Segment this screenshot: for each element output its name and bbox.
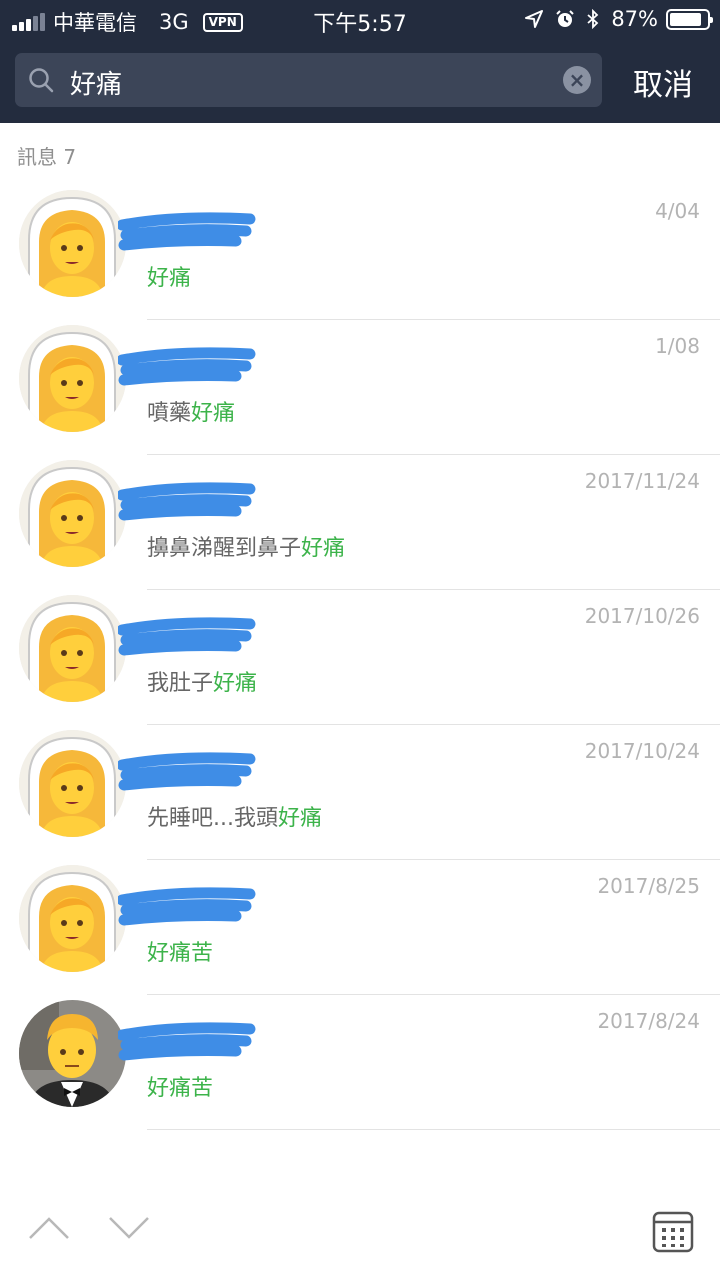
chevron-up-icon[interactable] (28, 1215, 70, 1245)
preview-text-tail: 苦 (191, 941, 214, 966)
avatar-bride (19, 595, 126, 702)
list-item[interactable]: 2017/11/24 擤鼻涕醒到鼻子好痛 (0, 455, 720, 590)
message-preview: 擤鼻涕醒到鼻子好痛 (147, 530, 345, 562)
message-preview: 好痛苦 (147, 1070, 213, 1102)
preview-highlight: 好痛 (147, 941, 192, 966)
search-query[interactable]: 好痛 (70, 64, 122, 101)
message-preview: 噴藥好痛 (147, 395, 235, 427)
redacted-name (116, 207, 258, 261)
header: 中華電信 3G VPN 下午5:57 87% 好痛 × 取消 (0, 0, 720, 123)
clear-icon[interactable]: × (563, 66, 591, 94)
list-item[interactable]: 2017/10/24 先睡吧...我頭好痛 (0, 725, 720, 860)
search-input[interactable]: 好痛 × (15, 53, 602, 107)
preview-highlight: 好痛 (147, 1076, 192, 1101)
redacted-name (116, 1017, 258, 1071)
bluetooth-icon (587, 9, 599, 29)
redacted-name (116, 882, 258, 936)
preview-text: 噴藥 (147, 401, 192, 426)
battery-icon (666, 8, 713, 30)
bottom-bar (0, 1195, 720, 1280)
redacted-name (116, 747, 258, 801)
calendar-icon[interactable] (652, 1211, 694, 1257)
preview-text: 我肚子 (147, 671, 214, 696)
status-bar: 中華電信 3G VPN 下午5:57 87% (0, 0, 720, 40)
alarm-icon (555, 9, 575, 29)
preview-highlight: 好痛 (147, 266, 192, 291)
avatar-bride (19, 730, 126, 837)
preview-highlight: 好痛 (213, 671, 258, 696)
cancel-button[interactable]: 取消 (633, 60, 693, 104)
message-date: 2017/8/24 (597, 1009, 700, 1033)
list-item[interactable]: 4/04 好痛 (0, 185, 720, 320)
preview-text-tail: 苦 (191, 1076, 214, 1101)
redacted-name (116, 612, 258, 666)
avatar-groom (19, 1000, 126, 1107)
list-item[interactable]: 2017/8/25 好痛苦 (0, 860, 720, 995)
list-item[interactable]: 2017/10/26 我肚子好痛 (0, 590, 720, 725)
list-item[interactable]: 2017/8/24 好痛苦 (0, 995, 720, 1130)
chevron-down-icon[interactable] (108, 1215, 150, 1245)
preview-highlight: 好痛 (191, 401, 236, 426)
message-preview: 好痛 (147, 260, 191, 292)
avatar-bride (19, 325, 126, 432)
preview-highlight: 好痛 (301, 536, 346, 561)
redacted-name (116, 477, 258, 531)
message-date: 1/08 (655, 334, 700, 358)
message-preview: 我肚子好痛 (147, 665, 257, 697)
message-date: 4/04 (655, 199, 700, 223)
message-date: 2017/10/24 (584, 739, 700, 763)
message-preview: 先睡吧...我頭好痛 (147, 800, 322, 832)
message-preview: 好痛苦 (147, 935, 213, 967)
preview-highlight: 好痛 (277, 806, 322, 831)
preview-text: 先睡吧...我頭 (147, 806, 278, 831)
message-date: 2017/8/25 (597, 874, 700, 898)
preview-text: 擤鼻涕醒到鼻子 (147, 536, 302, 561)
search-icon (27, 66, 55, 98)
avatar-bride (19, 460, 126, 567)
section-label: 訊息 7 (17, 145, 77, 169)
redacted-name (116, 342, 258, 396)
message-date: 2017/11/24 (584, 469, 700, 493)
battery-percent: 87% (611, 7, 658, 31)
location-arrow-icon (525, 10, 544, 28)
message-date: 2017/10/26 (584, 604, 700, 628)
avatar-bride (19, 865, 126, 972)
divider (147, 1129, 720, 1130)
list-item[interactable]: 1/08 噴藥好痛 (0, 320, 720, 455)
result-list: 4/04 好痛 1/08 噴藥好痛 2017/11/24 擤鼻涕醒到鼻子好痛 2017/10… (0, 185, 720, 1130)
avatar-bride (19, 190, 126, 297)
